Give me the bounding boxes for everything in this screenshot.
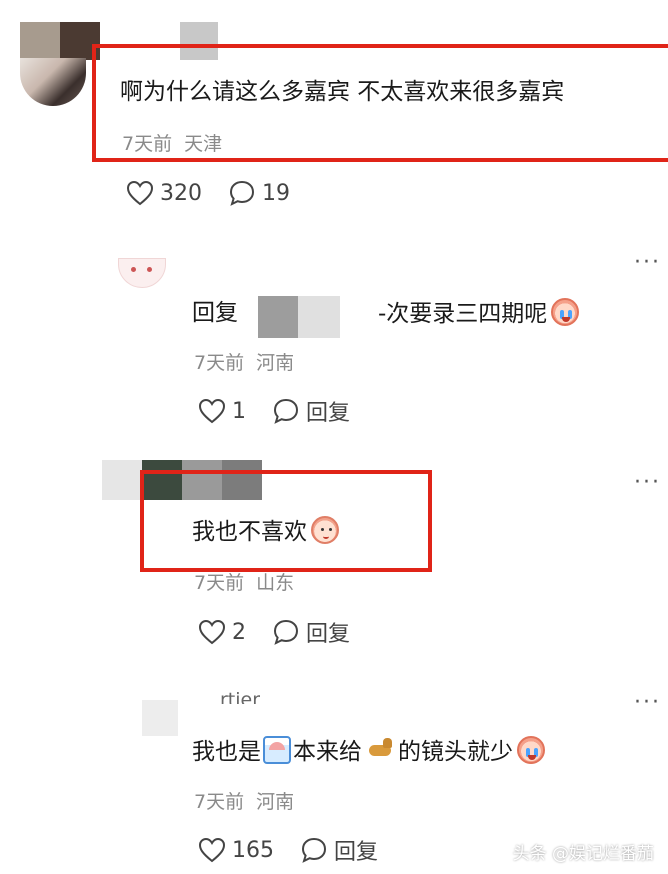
reply-button[interactable]: 回复 xyxy=(272,396,350,426)
crying-face-emoji xyxy=(551,298,580,326)
reply-label: 回复 xyxy=(334,840,379,865)
comment-bubble-icon xyxy=(272,397,300,425)
reply-location: 山东 xyxy=(256,572,295,594)
reply-button[interactable]: 回复 xyxy=(300,835,378,865)
reply-button[interactable]: 回复 xyxy=(272,617,350,647)
reply-location: 河南 xyxy=(256,352,295,374)
reply-time: 7天前 xyxy=(194,791,245,813)
comment-bubble-icon xyxy=(300,836,328,864)
heart-icon xyxy=(198,837,226,863)
comment-text: 啊为什么请这么多嘉宾 不太喜欢来很多嘉宾 xyxy=(120,79,565,105)
avatar[interactable] xyxy=(20,58,86,106)
reply-body: 我也不喜欢 xyxy=(192,519,307,545)
reply-meta: 7天前 山东 xyxy=(194,571,294,595)
heart-icon xyxy=(198,619,226,645)
avatar[interactable] xyxy=(118,258,166,288)
dogpile-emoji xyxy=(263,736,291,764)
like-button[interactable]: 2 xyxy=(198,617,246,647)
more-dots-icon[interactable]: ··· xyxy=(634,252,661,274)
reply-text: 回复 xyxy=(192,298,238,328)
reply-text: 我也是 本来给 的镜头就少 xyxy=(192,736,545,767)
watermark: 头条 @娱记烂番茄 xyxy=(512,844,654,864)
reply-meta: 7天前 河南 xyxy=(194,790,294,814)
reply-time: 7天前 xyxy=(194,352,245,374)
reply-count: 19 xyxy=(262,180,290,206)
reply-prefix: 回复 xyxy=(192,300,238,326)
like-count: 2 xyxy=(232,619,246,645)
username-mosaic xyxy=(142,700,178,736)
more-dots-icon[interactable]: ··· xyxy=(634,472,661,494)
dog-emoji xyxy=(366,736,394,764)
comment-location: 天津 xyxy=(184,133,223,155)
like-count: 320 xyxy=(160,180,202,206)
like-button[interactable]: 1 xyxy=(198,396,246,426)
heart-icon xyxy=(198,398,226,424)
reply-body-part: 本来给 xyxy=(293,739,362,765)
reply-body-part: 的镜头就少 xyxy=(398,739,513,765)
crying-face-emoji xyxy=(517,736,545,764)
comment-bubble-icon xyxy=(272,618,300,646)
reply-time: 7天前 xyxy=(194,572,245,594)
reply-meta: 7天前 河南 xyxy=(194,351,294,375)
reply-label: 回复 xyxy=(306,622,351,647)
like-count: 165 xyxy=(232,837,274,863)
comment-meta: 7天前 天津 xyxy=(122,132,222,156)
sweating-face-emoji xyxy=(311,516,339,544)
heart-icon xyxy=(126,180,154,206)
reply-body-part: 我也是 xyxy=(192,739,261,765)
reply-label: 回复 xyxy=(306,401,351,426)
like-count: 1 xyxy=(232,398,246,424)
comment-bubble-icon xyxy=(228,179,256,207)
reply-body: -次要录三四期呢 xyxy=(378,301,548,327)
username-fragment: rtier xyxy=(220,690,261,704)
more-dots-icon[interactable]: ··· xyxy=(634,692,661,714)
username-mosaic xyxy=(20,22,100,60)
comment-time: 7天前 xyxy=(122,133,173,155)
username-mosaic xyxy=(258,296,340,338)
reply-text: 我也不喜欢 xyxy=(192,516,339,547)
reply-text: -次要录三四期呢 xyxy=(378,298,580,329)
reply-location: 河南 xyxy=(256,791,295,813)
like-button[interactable]: 165 xyxy=(198,835,274,865)
like-button[interactable]: 320 xyxy=(126,178,202,208)
comment-button[interactable]: 19 xyxy=(228,178,290,208)
